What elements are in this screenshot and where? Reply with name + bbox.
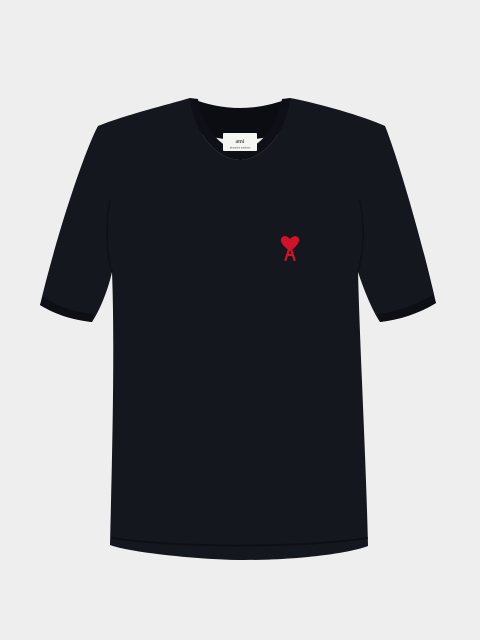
label-brand-text: ami xyxy=(236,139,245,145)
product-photo: ami alexandre mattiussi xyxy=(0,0,480,640)
label-sub-text: alexandre mattiussi xyxy=(230,147,251,150)
tshirt-illustration: ami alexandre mattiussi xyxy=(0,0,480,640)
